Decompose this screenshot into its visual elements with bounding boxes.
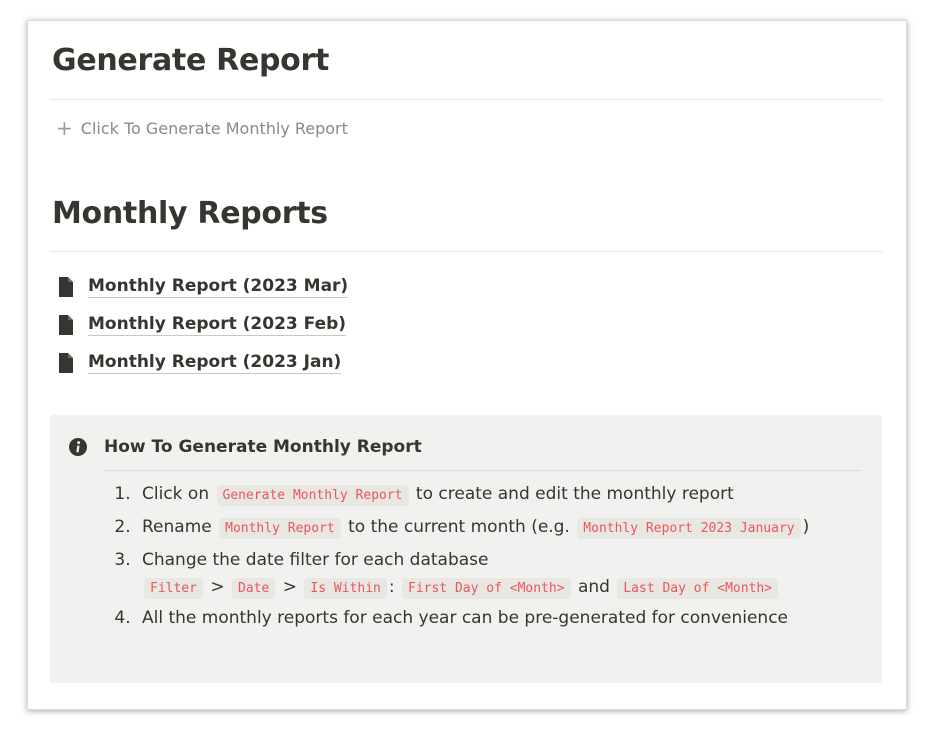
step-text: All the monthly reports for each year ca… [142,607,788,628]
plus-icon: + [56,116,73,140]
info-icon [69,438,87,456]
page-card: Generate Report + Click To Generate Mont… [27,20,907,710]
steps-list: Click on Generate Monthly Report to crea… [104,483,809,640]
how-to-callout: How To Generate Monthly Report Click on … [50,415,882,683]
separator: > [282,576,297,597]
step-text: to the current month (e.g. [348,516,570,537]
page-link-label: Monthly Report (2023 Feb) [88,314,347,337]
code-monthly-report: Monthly Report [219,517,341,539]
divider [50,251,882,252]
monthly-report-list: Monthly Report (2023 Mar) Monthly Report… [58,268,349,382]
page-link-label: Monthly Report (2023 Mar) [88,276,349,299]
callout-divider [104,470,862,471]
step-text: to create and edit the monthly report [415,484,734,504]
document-icon [59,353,73,373]
generate-report-heading: Generate Report [52,43,330,78]
step-3: Change the date filter for each database… [136,549,809,599]
callout-title: How To Generate Monthly Report [104,437,422,457]
step-4: All the monthly reports for each year ca… [136,607,809,630]
code-filter: Filter [144,577,203,599]
code-date: Date [232,577,276,599]
page-link-2023-feb[interactable]: Monthly Report (2023 Feb) [58,306,348,344]
page-link-label: Monthly Report (2023 Jan) [88,352,342,375]
step-text: ) [802,516,810,537]
generate-button-label: Click To Generate Monthly Report [80,118,348,138]
step-text: Change the date filter for each database [142,549,489,570]
separator: : [388,576,395,597]
divider [50,99,882,100]
step-text: Rename [142,516,212,537]
generate-monthly-report-button[interactable]: + Click To Generate Monthly Report [56,118,348,138]
code-monthly-report-example: Monthly Report 2023 January [577,517,801,539]
code-last-day: Last Day of <Month> [617,577,779,599]
document-icon [59,315,73,335]
code-first-day: First Day of <Month> [402,577,571,599]
code-generate-monthly-report: Generate Monthly Report [216,485,409,506]
page-link-2023-jan[interactable]: Monthly Report (2023 Jan) [58,344,348,382]
document-icon [59,277,73,297]
step-text: and [577,576,610,597]
step-2: Rename Monthly Report to the current mon… [136,516,809,539]
separator: > [210,576,225,597]
step-text: Click on [142,484,210,504]
monthly-reports-heading: Monthly Reports [52,196,328,231]
code-is-within: Is Within [304,577,387,599]
filter-path: Filter > Date > Is Within: First Day of … [142,576,809,599]
step-1: Click on Generate Monthly Report to crea… [136,483,809,506]
page-link-2023-mar[interactable]: Monthly Report (2023 Mar) [58,268,349,306]
